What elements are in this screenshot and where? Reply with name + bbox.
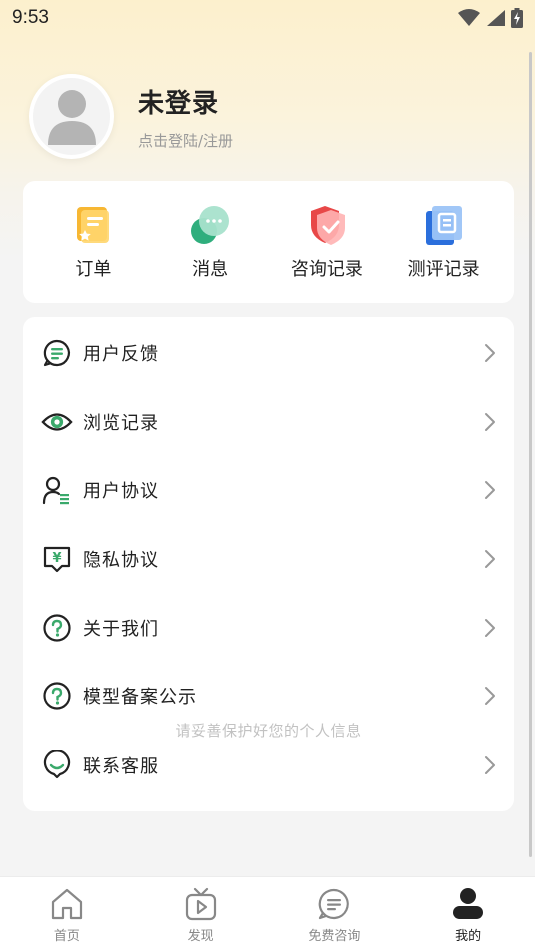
question-icon [41,612,73,644]
quick-action-assessment-records[interactable]: 测评记录 [394,203,494,281]
quick-action-consult-records[interactable]: 咨询记录 [277,203,377,281]
settings-menu-card: 用户反馈 浏览记录 用户协议 ¥ 隐私协议 关于我们 模型备案公示 联系客服 请… [23,317,514,811]
profile-header[interactable]: 未登录 点击登陆/注册 [29,74,233,159]
feedback-icon [41,337,73,369]
menu-item-label: 关于我们 [83,618,159,640]
menu-item-label: 浏览记录 [83,412,159,434]
scrollbar[interactable] [529,52,532,857]
menu-item-user-agreement[interactable]: 用户协议 [23,456,514,525]
tab-label: 免费咨询 [308,928,361,944]
tab-label: 发现 [187,928,214,944]
menu-item-feedback[interactable]: 用户反馈 [23,319,514,388]
login-register-link[interactable]: 点击登陆/注册 [138,130,233,151]
menu-item-browse-history[interactable]: 浏览记录 [23,388,514,457]
chevron-right-icon [485,344,495,363]
person-icon [449,885,487,923]
user-agreement-icon [41,474,73,506]
menu-item-label: 用户协议 [83,481,159,503]
bottom-tab-bar: 首页 发现 免费咨询 我的 [0,876,535,951]
tab-mine[interactable]: 我的 [423,885,513,944]
avatar[interactable] [29,74,114,159]
question-icon [41,680,73,712]
status-bar: 9:53 [0,0,535,36]
quick-actions-card: 订单 消息 咨询记录 测评记录 [23,181,514,303]
tab-free-consult[interactable]: 免费咨询 [289,885,379,944]
status-icons [457,8,523,28]
menu-item-about-us[interactable]: 关于我们 [23,593,514,662]
customer-service-icon [41,749,73,781]
quick-action-label: 消息 [192,259,229,280]
home-icon [48,885,86,923]
signal-icon [487,10,505,26]
message-icon [191,206,230,244]
menu-item-privacy-agreement[interactable]: ¥ 隐私协议 [23,525,514,594]
wifi-icon [458,9,480,26]
chevron-right-icon [485,412,495,431]
login-status-title[interactable]: 未登录 [138,83,233,120]
tab-home[interactable]: 首页 [22,885,112,944]
menu-item-label: 模型备案公示 [83,687,197,709]
tab-label: 首页 [53,928,80,944]
menu-item-label: 联系客服 [83,755,159,777]
svg-text:¥: ¥ [52,551,61,566]
chevron-right-icon [485,481,495,500]
chevron-right-icon [485,618,495,637]
menu-item-label: 用户反馈 [83,344,159,366]
assessment-record-icon [425,206,462,245]
consult-record-icon [310,206,345,245]
tab-discover[interactable]: 发现 [156,885,246,944]
chevron-right-icon [485,550,495,569]
order-icon [77,207,110,243]
chat-icon [315,885,353,923]
default-avatar-icon [47,89,96,145]
status-time: 9:53 [12,7,49,28]
tab-label: 我的 [455,928,482,944]
tv-icon [182,885,220,923]
quick-action-messages[interactable]: 消息 [160,203,260,281]
chevron-right-icon [485,687,495,706]
quick-action-orders[interactable]: 订单 [43,203,143,281]
quick-action-label: 咨询记录 [290,259,363,280]
quick-action-label: 订单 [75,259,112,280]
eye-icon [41,406,73,438]
chevron-right-icon [485,755,495,774]
privacy-hint: 请妥善保护好您的个人信息 [175,722,362,740]
privacy-icon: ¥ [41,543,73,575]
battery-icon [511,8,523,28]
menu-item-label: 隐私协议 [83,550,159,572]
quick-action-label: 测评记录 [407,259,480,280]
